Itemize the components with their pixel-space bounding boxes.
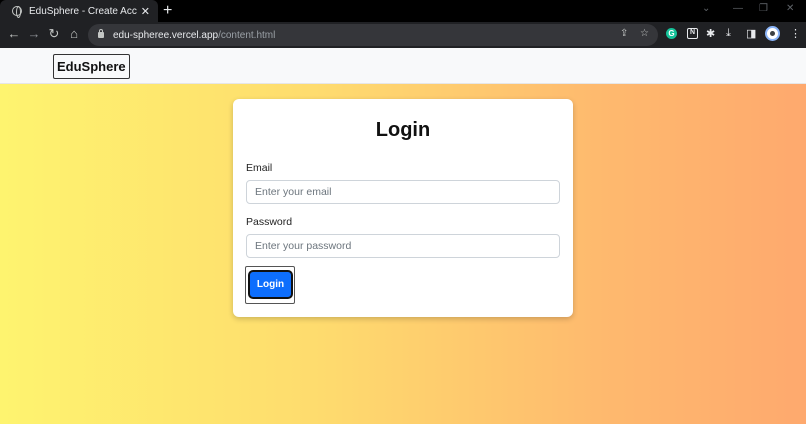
browser-tab[interactable]: EduSphere - Create Account ✕ <box>0 0 158 22</box>
notion-extension-icon[interactable]: N <box>687 28 698 39</box>
minimize-icon[interactable]: — <box>733 3 743 14</box>
star-icon[interactable]: ☆ <box>640 28 649 39</box>
window-close-icon[interactable]: ✕ <box>786 3 794 14</box>
restore-icon[interactable]: ❐ <box>759 3 768 14</box>
url-path: /content.html <box>218 29 276 41</box>
login-button-focus-ring: Login <box>245 266 295 304</box>
password-label: Password <box>246 216 293 228</box>
tab-search-icon[interactable]: ⌄ <box>702 3 710 14</box>
login-title: Login <box>375 119 431 141</box>
grammarly-extension-icon[interactable]: G <box>666 28 677 39</box>
profile-icon[interactable] <box>765 26 780 41</box>
new-tab-button[interactable]: + <box>163 2 172 20</box>
share-icon[interactable]: ⇪ <box>620 28 628 39</box>
gradient-background: Login Email Password Login <box>0 84 806 424</box>
puzzle-icon[interactable]: ✱ <box>706 27 715 40</box>
back-icon[interactable]: ← <box>4 26 24 41</box>
site-navbar: EduSphere <box>0 48 806 84</box>
globe-icon <box>12 6 22 18</box>
password-input[interactable] <box>246 234 560 258</box>
home-icon[interactable]: ⌂ <box>64 26 84 41</box>
email-label: Email <box>246 162 273 174</box>
browser-toolbar: ← → ↻ ⌂ edu-spheree.vercel.app/content.h… <box>0 22 806 48</box>
login-button[interactable]: Login <box>248 270 293 299</box>
web-page: EduSphere Login Email Password Login <box>0 48 806 424</box>
brand-logo[interactable]: EduSphere <box>53 54 130 79</box>
reload-icon[interactable]: ↻ <box>44 26 64 42</box>
address-bar[interactable]: edu-spheree.vercel.app/content.html ⇪ ☆ <box>88 24 658 46</box>
login-card: Login Email Password Login <box>233 99 573 317</box>
tab-title: EduSphere - Create Account <box>29 5 137 17</box>
lock-icon[interactable] <box>98 29 104 38</box>
tab-strip: EduSphere - Create Account ✕ + ⌄ — ❐ ✕ <box>0 0 806 22</box>
download-icon[interactable]: ⤓ <box>726 27 731 40</box>
url-host: edu-spheree.vercel.app <box>113 29 219 41</box>
close-tab-icon[interactable]: ✕ <box>141 5 150 18</box>
email-input[interactable] <box>246 180 560 204</box>
sidepanel-icon[interactable]: ◨ <box>746 27 756 40</box>
more-icon[interactable]: ⋮ <box>790 27 801 40</box>
forward-icon[interactable]: → <box>24 26 44 41</box>
